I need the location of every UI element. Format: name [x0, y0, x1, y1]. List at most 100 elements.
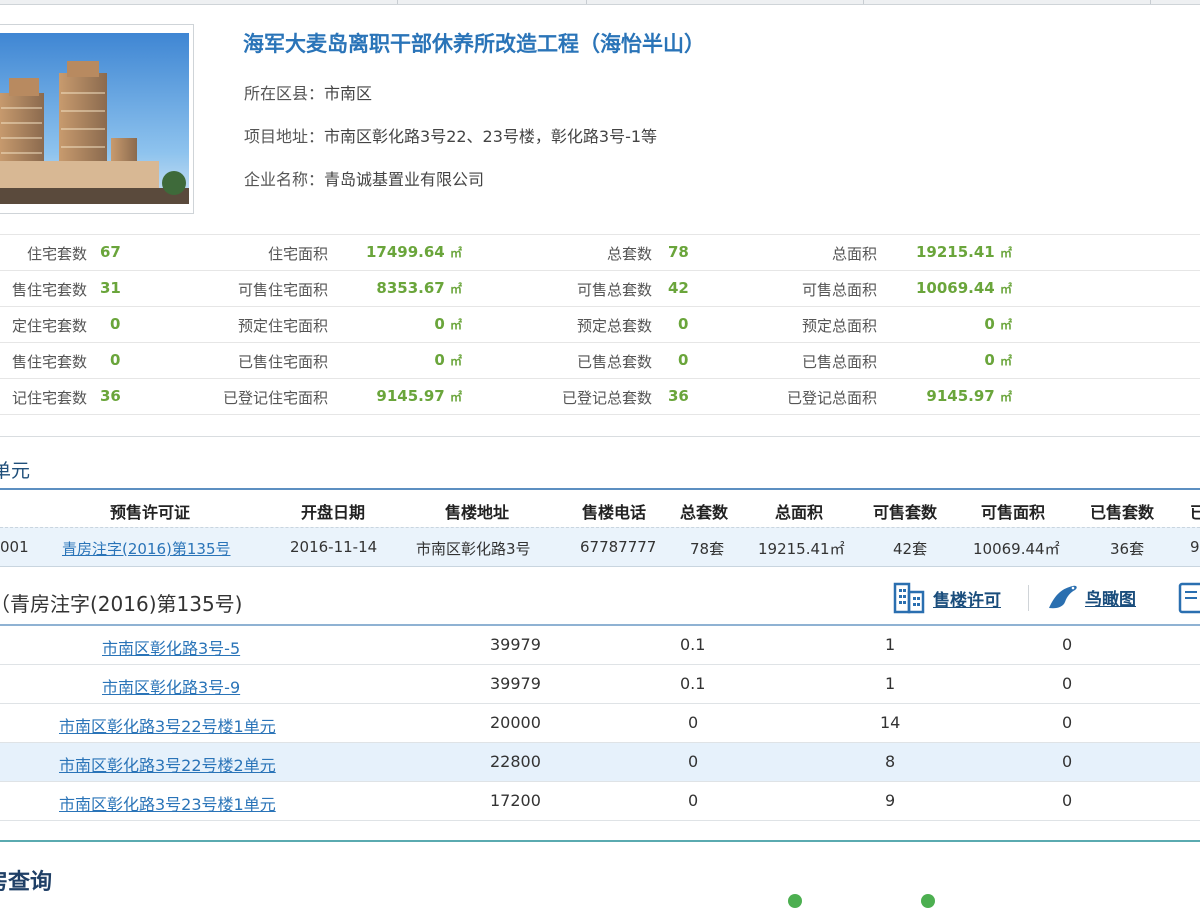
address-value: 市南区彰化路3号22、23号楼，彰化路3号-1等 — [324, 127, 658, 146]
stat-number: 9145.97 — [376, 387, 445, 405]
unit-sqm: ㎡ — [449, 354, 462, 368]
table-row[interactable]: 市南区彰化路3号22号楼2单元 22800 0 8 0 — [0, 743, 1200, 782]
stat-label: 预定总面积 — [801, 317, 877, 335]
unit-sqm: ㎡ — [449, 318, 462, 332]
sales-permit-button[interactable]: 售楼许可 — [893, 582, 1001, 614]
count-cell: 8 — [885, 752, 896, 771]
unit-sqm: ㎡ — [999, 318, 1012, 332]
stat-value: 0 — [678, 351, 689, 369]
table-row[interactable]: 市南区彰化路3号22号楼1单元 20000 0 14 0 — [0, 704, 1200, 743]
more-tool-button[interactable] — [1177, 582, 1200, 616]
count-cell: 0 — [1062, 674, 1073, 693]
stat-label: 已售总面积 — [801, 353, 877, 371]
unit-link[interactable]: 市南区彰化路3号22号楼2单元 — [59, 756, 276, 775]
table-row[interactable]: 市南区彰化路3号-9 39979 0.1 1 0 — [0, 665, 1200, 704]
district-info: 所在区县：市南区 — [244, 80, 372, 104]
unit-sqm: ㎡ — [449, 282, 462, 296]
project-photo[interactable] — [0, 33, 189, 204]
stat-number: 9145.97 — [926, 387, 995, 405]
stats-row: 记住宅套数 36 已登记住宅面积 9145.97 ㎡ 已登记总套数 36 已登记… — [0, 379, 1200, 415]
stat-label: 记住宅套数 — [11, 389, 87, 407]
units-table: 市南区彰化路3号-5 39979 0.1 1 0 市南区彰化路3号-9 3997… — [0, 624, 1200, 821]
stat-label: 住宅套数 — [26, 245, 87, 263]
unit-link[interactable]: 市南区彰化路3号-5 — [102, 639, 240, 658]
tool-divider — [1028, 585, 1029, 611]
permit-link[interactable]: 青房注字(2016)第135号 — [62, 540, 231, 558]
stat-label: 总套数 — [606, 245, 652, 263]
col-header: 可售面积 — [981, 503, 1046, 522]
count-cell: 1 — [885, 674, 896, 693]
presale-table-row[interactable]: 001 青房注字(2016)第135号 2016-11-14 市南区彰化路3号 … — [0, 527, 1200, 567]
stat-value: 0 — [110, 351, 121, 369]
available-units-cell: 42套 — [893, 540, 928, 558]
stat-value: 10069.44 ㎡ — [916, 279, 1012, 297]
col-header: 已售套数 — [1090, 503, 1155, 522]
col-header: 售楼地址 — [445, 503, 510, 522]
unit-link[interactable]: 市南区彰化路3号22号楼1单元 — [59, 717, 276, 736]
bird-icon — [1049, 585, 1077, 609]
count-cell: 0 — [1062, 713, 1073, 732]
extra-cell: 9 — [1190, 538, 1200, 556]
permit-section-title: （青房注字(2016)第135号) — [0, 592, 243, 616]
sales-address-cell: 市南区彰化路3号 — [416, 540, 531, 558]
stat-label: 已登记总面积 — [786, 389, 877, 407]
stats-row: 住宅套数 67 住宅面积 17499.64 ㎡ 总套数 78 总面积 19215… — [0, 234, 1200, 271]
unit-sqm: ㎡ — [999, 390, 1012, 404]
stats-row: 售住宅套数 0 已售住宅面积 0 ㎡ 已售总套数 0 已售总面积 0 ㎡ — [0, 343, 1200, 379]
open-date-cell: 2016-11-14 — [290, 538, 378, 556]
stat-number: 8353.67 — [376, 279, 445, 297]
bottom-section-title: 房查询 — [0, 870, 53, 895]
price-cell: 39979 — [490, 635, 541, 654]
count-cell: 0 — [1062, 752, 1073, 771]
available-area-cell: 10069.44㎡ — [973, 540, 1060, 558]
stat-value: 67 — [100, 243, 121, 261]
building-icon — [893, 582, 925, 614]
value-cell: 0 — [688, 713, 699, 732]
stat-label: 已售总套数 — [576, 353, 652, 371]
price-cell: 39979 — [490, 674, 541, 693]
aerial-view-label: 鸟瞰图 — [1085, 589, 1136, 610]
total-units-cell: 78套 — [690, 540, 725, 558]
stat-value: 36 — [668, 387, 689, 405]
price-cell: 17200 — [490, 791, 541, 810]
permit-id-cell: 001 — [0, 538, 29, 556]
unit-name-cell: 市南区彰化路3号23号楼1单元 — [59, 791, 276, 815]
stat-value: 36 — [100, 387, 121, 405]
col-header: 开盘日期 — [301, 503, 366, 522]
stat-value: 0 ㎡ — [434, 315, 462, 333]
value-cell: 0.1 — [680, 674, 706, 693]
project-building-image — [0, 33, 189, 204]
stat-value: 0 ㎡ — [434, 351, 462, 369]
document-icon — [1178, 582, 1200, 614]
table-row[interactable]: 市南区彰化路3号-5 39979 0.1 1 0 — [0, 626, 1200, 665]
sales-permit-label: 售楼许可 — [933, 590, 1001, 611]
unit-sqm: ㎡ — [449, 246, 462, 260]
stat-number: 17499.64 — [365, 243, 445, 261]
sales-phone-cell: 67787777 — [580, 538, 657, 556]
total-area-cell: 19215.41㎡ — [758, 540, 845, 558]
unit-link[interactable]: 市南区彰化路3号-9 — [102, 678, 240, 697]
aerial-view-button[interactable]: 鸟瞰图 — [1047, 582, 1136, 612]
section-divider — [0, 840, 1200, 842]
unit-link[interactable]: 市南区彰化路3号23号楼1单元 — [59, 795, 276, 814]
stat-label: 可售住宅面积 — [237, 281, 328, 299]
table-row[interactable]: 市南区彰化路3号23号楼1单元 17200 0 9 0 — [0, 782, 1200, 821]
stat-label: 预定住宅面积 — [237, 317, 328, 335]
district-value: 市南区 — [324, 84, 373, 103]
stat-value: 8353.67 ㎡ — [376, 279, 462, 297]
permit-cell: 青房注字(2016)第135号 — [62, 538, 231, 559]
col-header: 售楼电话 — [582, 503, 647, 522]
unit-sqm: ㎡ — [999, 282, 1012, 296]
stat-label: 已登记住宅面积 — [222, 389, 328, 407]
company-value: 青岛诚基置业有限公司 — [324, 170, 485, 189]
stat-value: 9145.97 ㎡ — [376, 387, 462, 405]
stat-value: 31 — [100, 279, 121, 297]
stat-number: 0 — [434, 351, 445, 369]
tab-divider — [397, 0, 398, 4]
stats-row: 售住宅套数 31 可售住宅面积 8353.67 ㎡ 可售总套数 42 可售总面积… — [0, 271, 1200, 307]
col-header: 已 — [1190, 503, 1200, 522]
project-photo-frame — [0, 24, 194, 214]
stat-label: 已售住宅面积 — [237, 353, 328, 371]
count-cell: 1 — [885, 635, 896, 654]
col-header: 总面积 — [775, 503, 824, 522]
